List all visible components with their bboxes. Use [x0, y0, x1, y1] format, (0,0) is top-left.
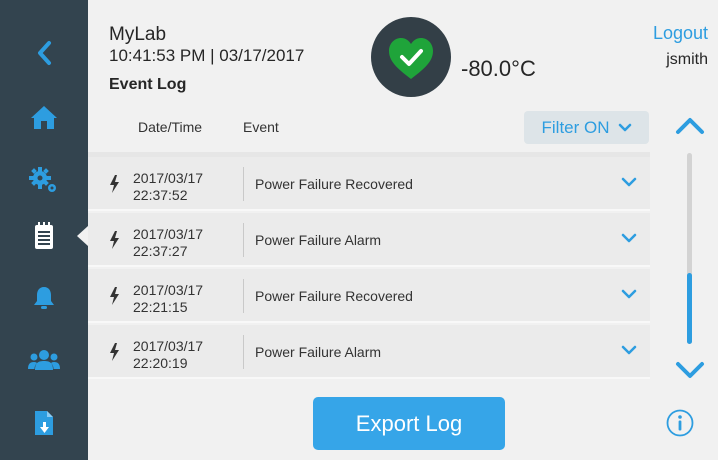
date-time: 10:41:53 PM | 03/17/2017 — [109, 46, 305, 65]
row-event: Power Failure Alarm — [255, 232, 382, 248]
row-event: Power Failure Alarm — [255, 344, 382, 360]
power-bolt-icon — [110, 175, 119, 193]
scrollbar-thumb[interactable] — [687, 273, 692, 344]
filter-button[interactable]: Filter ON — [524, 111, 649, 144]
row-date: 2017/03/17 — [133, 226, 204, 242]
selected-pointer — [77, 226, 88, 246]
expand-chevron-icon[interactable] — [621, 177, 637, 189]
row-divider — [243, 223, 244, 257]
row-datetime: 2017/03/17 22:37:27 — [133, 226, 203, 260]
nav-settings[interactable] — [0, 155, 88, 205]
filter-label: Filter ON — [541, 117, 610, 137]
back-arrow-icon — [38, 41, 51, 65]
scroll-down-button[interactable] — [674, 358, 706, 382]
row-divider — [243, 279, 244, 313]
heart-check-icon — [389, 38, 433, 79]
row-event: Power Failure Recovered — [255, 176, 413, 192]
alarm-bell-icon — [34, 287, 54, 309]
expand-chevron-icon[interactable] — [621, 233, 637, 245]
users-icon — [28, 350, 60, 370]
info-icon[interactable] — [666, 409, 694, 437]
back-button[interactable] — [0, 28, 88, 78]
row-time: 22:21:15 — [133, 299, 188, 315]
sidebar — [0, 0, 88, 460]
column-header-event: Event — [243, 119, 279, 135]
home-icon — [31, 106, 57, 129]
nav-export[interactable] — [0, 398, 88, 448]
expand-chevron-icon[interactable] — [621, 345, 637, 357]
expand-chevron-icon[interactable] — [621, 289, 637, 301]
row-event: Power Failure Recovered — [255, 288, 413, 304]
event-log-icon — [35, 222, 53, 249]
scroll-up-button[interactable] — [674, 114, 706, 138]
chevron-down-icon — [618, 123, 631, 131]
temperature-reading: -80.0°C — [461, 56, 536, 81]
table-row[interactable]: 2017/03/17 22:37:52 Power Failure Recove… — [88, 157, 650, 211]
row-time: 22:20:19 — [133, 355, 188, 371]
power-bolt-icon — [110, 231, 119, 249]
settings-gears-icon — [29, 167, 56, 192]
page-title: Event Log — [109, 76, 187, 93]
table-row[interactable]: 2017/03/17 22:21:15 Power Failure Recove… — [88, 269, 650, 323]
row-date: 2017/03/17 — [133, 282, 204, 298]
logout-link[interactable]: Logout — [653, 23, 708, 44]
table-row[interactable]: 2017/03/17 22:20:19 Power Failure Alarm — [88, 325, 650, 379]
export-log-button[interactable]: Export Log — [313, 397, 505, 450]
app-name: MyLab — [109, 24, 167, 45]
row-divider — [243, 335, 244, 369]
nav-event-log[interactable] — [0, 211, 88, 261]
status-indicator — [371, 17, 451, 97]
row-datetime: 2017/03/17 22:21:15 — [133, 282, 203, 316]
table-row[interactable]: 2017/03/17 22:37:27 Power Failure Alarm — [88, 213, 650, 267]
power-bolt-icon — [110, 287, 119, 305]
power-bolt-icon — [110, 343, 119, 361]
row-datetime: 2017/03/17 22:37:52 — [133, 170, 203, 204]
nav-home[interactable] — [0, 92, 88, 142]
scrollbar-track[interactable] — [687, 153, 692, 344]
username: jsmith — [666, 51, 708, 68]
row-date: 2017/03/17 — [133, 170, 204, 186]
row-datetime: 2017/03/17 22:20:19 — [133, 338, 203, 372]
nav-alarms[interactable] — [0, 273, 88, 323]
row-time: 22:37:27 — [133, 243, 188, 259]
nav-users[interactable] — [0, 335, 88, 385]
row-divider — [243, 167, 244, 201]
event-list[interactable]: 2017/03/17 22:37:52 Power Failure Recove… — [88, 152, 650, 381]
row-date: 2017/03/17 — [133, 338, 204, 354]
column-header-datetime: Date/Time — [138, 119, 203, 135]
row-time: 22:37:52 — [133, 187, 188, 203]
export-file-icon — [35, 411, 53, 435]
